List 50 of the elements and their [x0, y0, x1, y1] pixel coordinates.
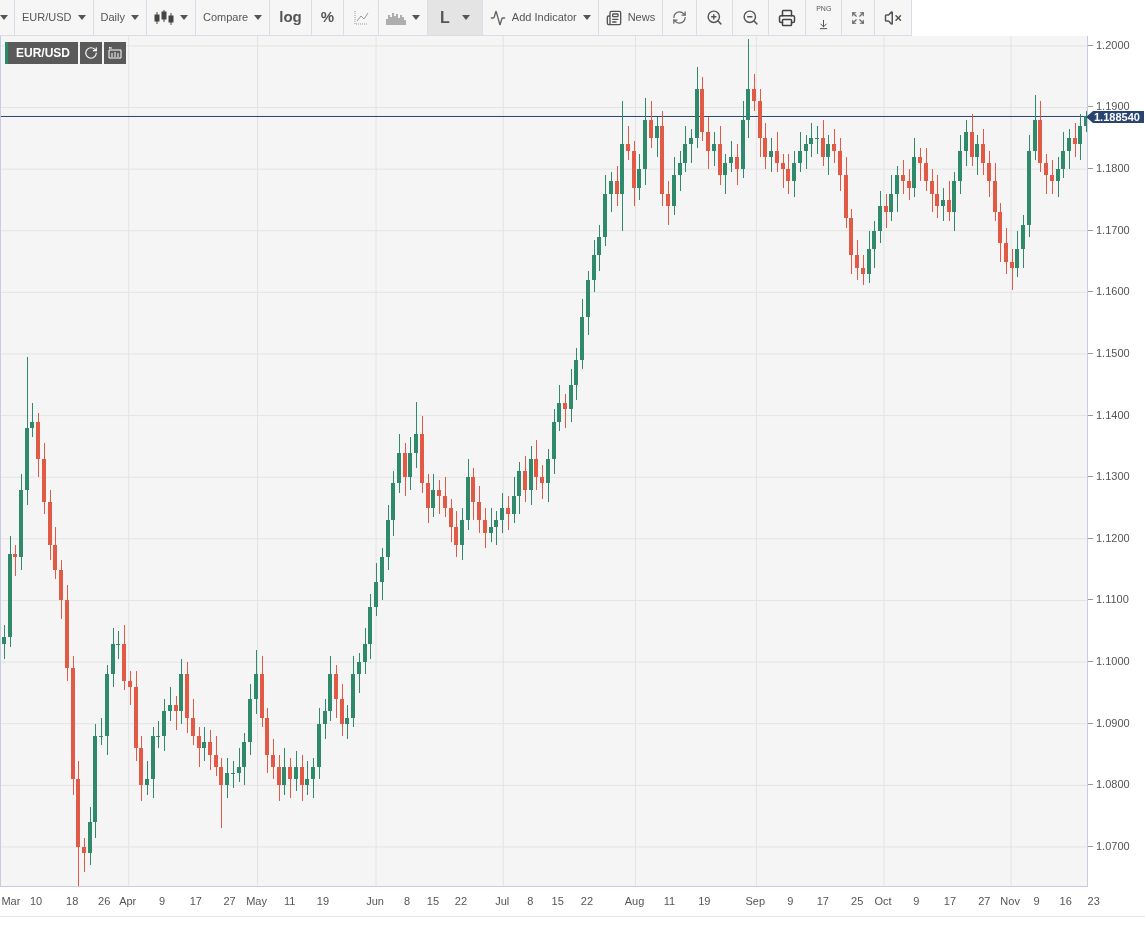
date-axis-label: 9	[1033, 894, 1040, 909]
date-axis-label: 19	[698, 894, 711, 909]
price-axis-label: 1.1300	[1096, 471, 1130, 483]
date-axis-label: 8	[404, 894, 411, 909]
date-axis-label: Nov	[1000, 894, 1020, 909]
price-axis-label: 1.1200	[1096, 532, 1130, 544]
date-axis-label: 11	[284, 894, 296, 909]
price-axis-label: 1.1400	[1096, 409, 1130, 421]
price-axis-label: 1.1600	[1096, 286, 1130, 298]
price-axis-label: 1.0800	[1096, 779, 1130, 791]
date-axis-label: 15	[551, 894, 564, 909]
price-axis-label: 1.1100	[1096, 594, 1129, 606]
date-axis-label: 8	[527, 894, 534, 909]
price-axis-label: 1.1500	[1096, 347, 1130, 359]
price-axis-label: 1.1700	[1096, 224, 1130, 236]
date-axis-label: Jun	[366, 894, 384, 909]
date-axis-label: Apr	[119, 894, 137, 909]
date-axis-label: 11	[663, 894, 676, 909]
date-axis-label: 17	[816, 894, 829, 909]
date-axis-label: Oct	[874, 894, 892, 909]
price-axis-label: 1.2000	[1096, 39, 1130, 51]
date-axis-label: 19	[316, 894, 330, 909]
date-axis-label: 9	[159, 894, 166, 909]
dropdown-button[interactable]: L	[428, 0, 483, 35]
date-axis-label: 10	[29, 894, 43, 909]
date-axis-label: 17	[189, 894, 202, 909]
price-axis-label: 1.1900	[1096, 101, 1130, 113]
date-axis-label: 27	[223, 894, 236, 909]
date-axis-label: Sep	[745, 894, 766, 909]
date-axis-label: 9	[787, 894, 794, 909]
price-axis-label: 1.0700	[1096, 840, 1130, 852]
date-axis-label: 18	[66, 894, 79, 909]
date-axis-label: 22	[580, 894, 594, 909]
symbol-label: EUR/USD	[5, 42, 78, 64]
date-axis-label: 26	[98, 894, 111, 909]
price-axis-label: 1.1000	[1096, 656, 1130, 668]
date-axis-label: 16	[1059, 894, 1072, 909]
date-axis-label: Aug	[624, 894, 645, 909]
price-axis-label: 1.0900	[1096, 717, 1130, 729]
date-axis-label: Mar	[1, 894, 21, 909]
date-axis-label: 23	[1087, 894, 1100, 909]
date-axis-label: 9	[913, 894, 920, 909]
date-axis-label: Jul	[495, 894, 510, 909]
date-axis-label: 17	[943, 894, 957, 909]
date-axis-label: May	[246, 894, 267, 909]
date-axis-label: 25	[851, 894, 864, 909]
date-axis-label: 22	[454, 894, 468, 909]
date-axis-label: 15	[426, 894, 440, 909]
date-axis-label: 27	[978, 894, 991, 909]
price-axis-label: 1.1800	[1096, 163, 1130, 175]
